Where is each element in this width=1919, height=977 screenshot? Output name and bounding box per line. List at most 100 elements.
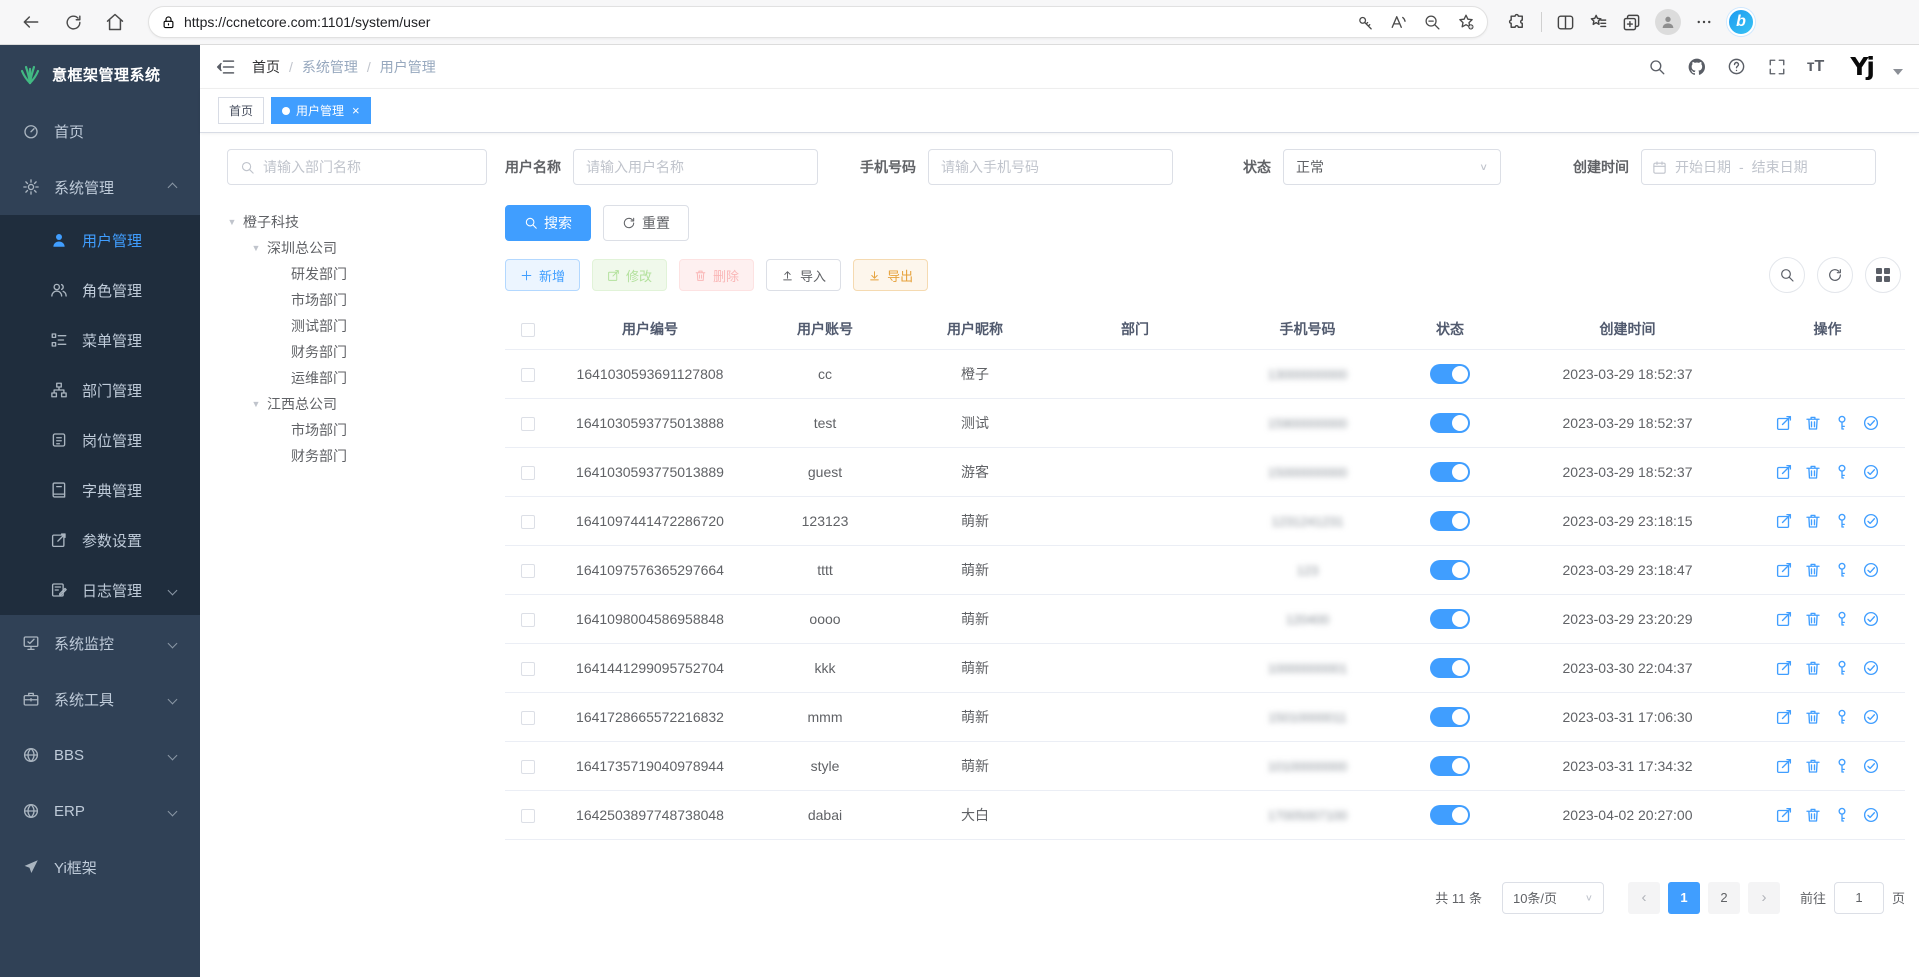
url-text[interactable]: https://ccnetcore.com:1101/system/user (184, 14, 1349, 30)
row-checkbox[interactable] (521, 613, 535, 627)
edit-icon[interactable] (1775, 806, 1793, 824)
sidebar-item-角色管理[interactable]: 角色管理 (0, 265, 200, 315)
edit-icon[interactable] (1775, 561, 1793, 579)
sidebar-item-参数设置[interactable]: 参数设置 (0, 515, 200, 565)
phone-input[interactable] (928, 149, 1173, 185)
extensions-icon[interactable] (1508, 13, 1527, 32)
status-toggle[interactable] (1430, 805, 1470, 825)
status-toggle[interactable] (1430, 756, 1470, 776)
page-button-1[interactable]: 1 (1668, 882, 1700, 914)
status-select[interactable]: 正常 ∨ (1283, 149, 1501, 185)
delete-icon[interactable] (1804, 561, 1822, 579)
sidebar-item-系统监控[interactable]: 系统监控 (0, 615, 200, 671)
sidebar-item-Yi框架[interactable]: Yi框架 (0, 839, 200, 895)
sidebar-item-ERP[interactable]: ERP (0, 783, 200, 839)
collections-icon[interactable] (1622, 13, 1641, 32)
reset-password-icon[interactable] (1833, 561, 1851, 579)
tree-node-财务部门[interactable]: 财务部门 (227, 443, 487, 469)
row-checkbox[interactable] (521, 564, 535, 578)
reset-button[interactable]: 重置 (603, 205, 689, 241)
sidebar-item-系统管理[interactable]: 系统管理 (0, 159, 200, 215)
font-size-icon[interactable]: тT (1807, 58, 1825, 76)
sidebar-item-系统工具[interactable]: 系统工具 (0, 671, 200, 727)
tree-node-测试部门[interactable]: 测试部门 (227, 313, 487, 339)
prev-page-button[interactable]: ‹ (1628, 882, 1660, 914)
reset-password-icon[interactable] (1833, 512, 1851, 530)
status-toggle[interactable] (1430, 462, 1470, 482)
edit-icon[interactable] (1775, 659, 1793, 677)
assign-role-icon[interactable] (1862, 463, 1880, 481)
search-button[interactable]: 搜索 (505, 205, 591, 241)
delete-icon[interactable] (1804, 708, 1822, 726)
page-size-select[interactable]: 10条/页 ∨ (1502, 882, 1604, 914)
tree-node-财务部门[interactable]: 财务部门 (227, 339, 487, 365)
close-tab-icon[interactable]: × (352, 103, 360, 118)
tree-node-市场部门[interactable]: 市场部门 (227, 417, 487, 443)
reset-password-icon[interactable] (1833, 659, 1851, 677)
sidebar-item-首页[interactable]: 首页 (0, 103, 200, 159)
row-checkbox[interactable] (521, 515, 535, 529)
favorites-icon[interactable] (1589, 13, 1608, 32)
password-key-icon[interactable] (1357, 14, 1374, 31)
column-grid-icon[interactable] (1865, 257, 1901, 293)
dept-search-input[interactable] (263, 159, 474, 175)
next-page-button[interactable]: › (1748, 882, 1780, 914)
import-button[interactable]: 导入 (766, 259, 841, 291)
zoom-out-icon[interactable] (1424, 14, 1441, 31)
more-icon[interactable] (1695, 13, 1713, 31)
delete-icon[interactable] (1804, 659, 1822, 677)
edit-icon[interactable] (1775, 610, 1793, 628)
row-checkbox[interactable] (521, 466, 535, 480)
app-logo-row[interactable]: 意框架管理系统 (0, 45, 200, 103)
assign-role-icon[interactable] (1862, 561, 1880, 579)
browser-home-icon[interactable] (98, 5, 132, 39)
sidebar-item-菜单管理[interactable]: 菜单管理 (0, 315, 200, 365)
status-toggle[interactable] (1430, 609, 1470, 629)
reset-password-icon[interactable] (1833, 806, 1851, 824)
assign-role-icon[interactable] (1862, 512, 1880, 530)
breadcrumb-system[interactable]: 系统管理 (302, 57, 358, 77)
reset-password-icon[interactable] (1833, 463, 1851, 481)
date-range-picker[interactable]: 开始日期 - 结束日期 (1641, 149, 1876, 185)
read-aloud-icon[interactable] (1390, 13, 1408, 31)
status-toggle[interactable] (1430, 658, 1470, 678)
tree-node-深圳总公司[interactable]: ▼深圳总公司 (227, 235, 487, 261)
status-toggle[interactable] (1430, 511, 1470, 531)
tree-node-江西总公司[interactable]: ▼江西总公司 (227, 391, 487, 417)
assign-role-icon[interactable] (1862, 806, 1880, 824)
delete-icon[interactable] (1804, 610, 1822, 628)
assign-role-icon[interactable] (1862, 414, 1880, 432)
tree-expand-icon[interactable]: ▼ (251, 399, 261, 409)
delete-icon[interactable] (1804, 512, 1822, 530)
status-toggle[interactable] (1430, 364, 1470, 384)
table-search-toggle-icon[interactable] (1769, 257, 1805, 293)
delete-icon[interactable] (1804, 806, 1822, 824)
sidebar-item-用户管理[interactable]: 用户管理 (0, 215, 200, 265)
tree-node-研发部门[interactable]: 研发部门 (227, 261, 487, 287)
collapse-sidebar-icon[interactable] (216, 57, 236, 77)
delete-button[interactable]: 删除 (679, 259, 754, 291)
edit-button[interactable]: 修改 (592, 259, 667, 291)
assign-role-icon[interactable] (1862, 659, 1880, 677)
row-checkbox[interactable] (521, 368, 535, 382)
page-button-2[interactable]: 2 (1708, 882, 1740, 914)
tree-node-市场部门[interactable]: 市场部门 (227, 287, 487, 313)
username-input[interactable] (573, 149, 818, 185)
table-refresh-icon[interactable] (1817, 257, 1853, 293)
edit-icon[interactable] (1775, 414, 1793, 432)
edit-icon[interactable] (1775, 512, 1793, 530)
browser-profile-avatar[interactable] (1655, 9, 1681, 35)
split-screen-icon[interactable] (1556, 13, 1575, 32)
delete-icon[interactable] (1804, 414, 1822, 432)
user-avatar-logo[interactable]: Yj (1850, 52, 1873, 81)
fullscreen-icon[interactable] (1767, 57, 1787, 77)
assign-role-icon[interactable] (1862, 708, 1880, 726)
reset-password-icon[interactable] (1833, 708, 1851, 726)
delete-icon[interactable] (1804, 463, 1822, 481)
tab-home[interactable]: 首页 (218, 97, 264, 124)
user-menu-caret-icon[interactable] (1893, 69, 1903, 75)
edit-icon[interactable] (1775, 708, 1793, 726)
status-toggle[interactable] (1430, 707, 1470, 727)
tab-user-management[interactable]: 用户管理 × (271, 97, 371, 124)
row-checkbox[interactable] (521, 662, 535, 676)
